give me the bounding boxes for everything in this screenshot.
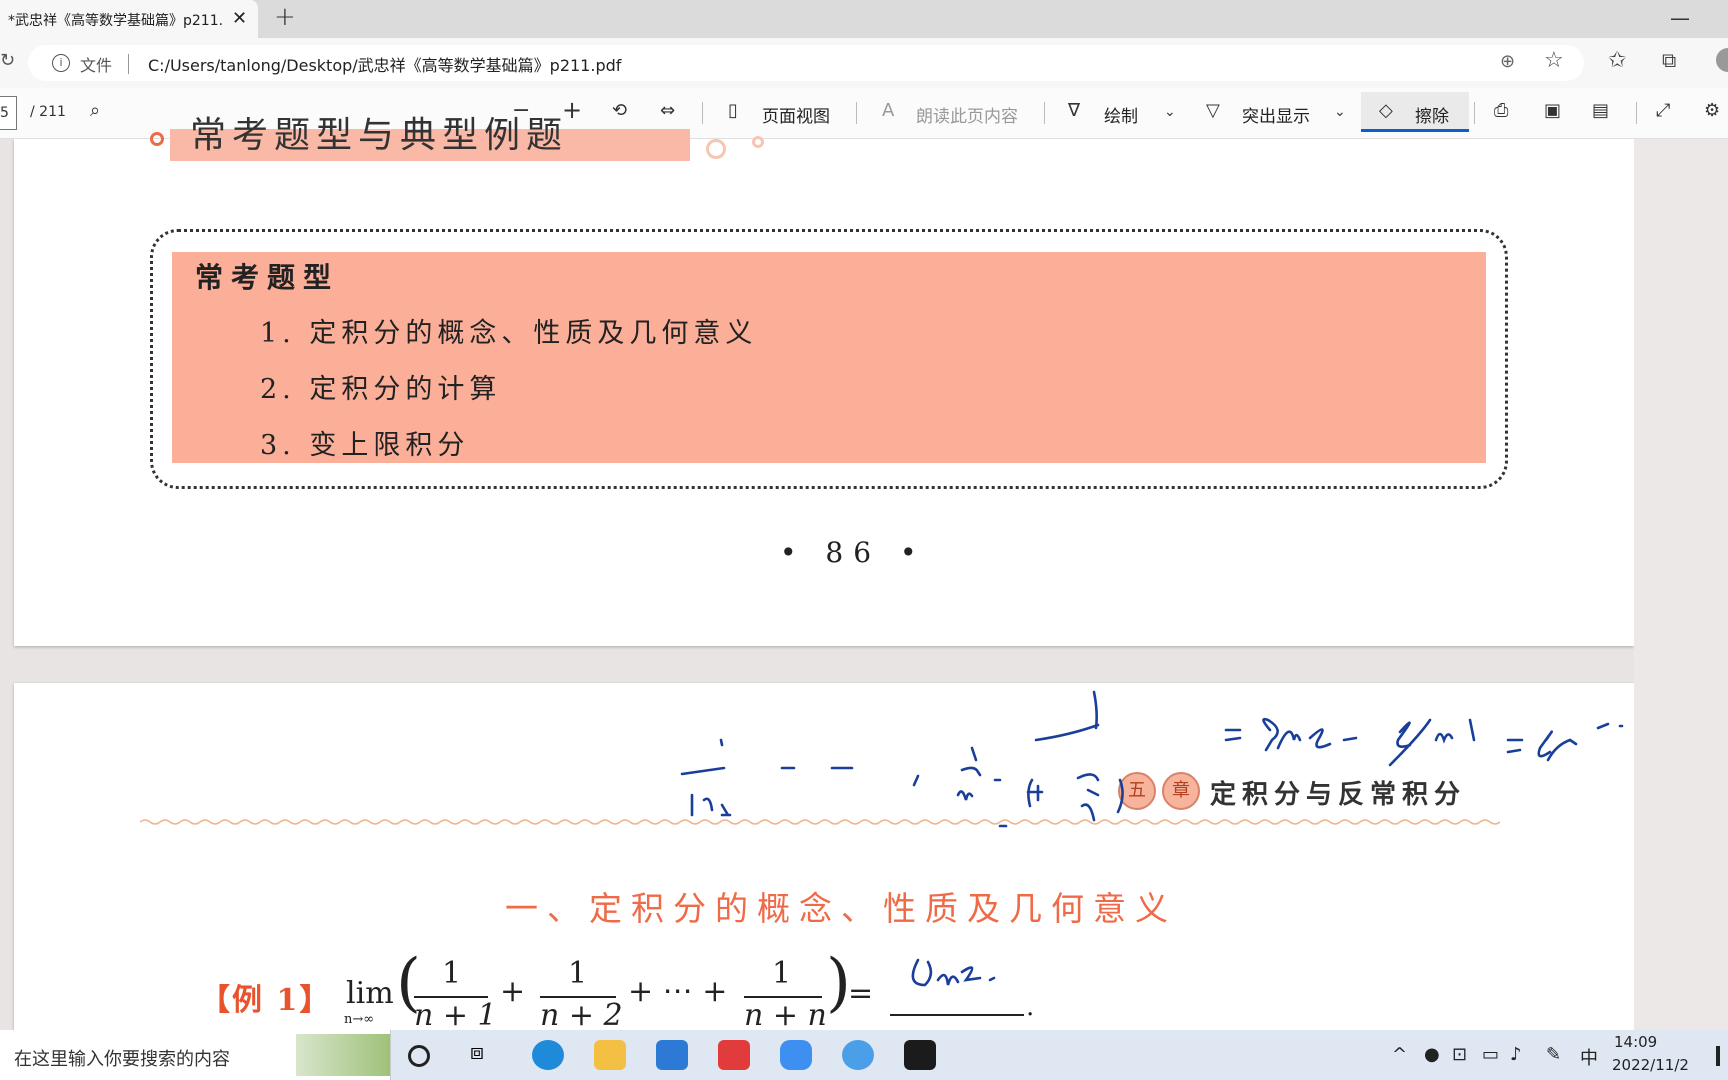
chevron-down-icon[interactable]: ⌄	[1334, 104, 1346, 120]
taskbar: 在这里输入你要搜索的内容 ⧈ ^ ● ⊡ ▭ ♪ ✎ 中 14:09 2022/…	[0, 1030, 1728, 1080]
decorative-circle	[706, 139, 726, 159]
clock-date[interactable]: 2022/11/2	[1612, 1056, 1689, 1074]
fullscreen-icon[interactable]: ⤢	[1656, 100, 1670, 121]
favorites-icon[interactable]: ✩	[1608, 48, 1626, 73]
read-aloud-button[interactable]: 朗读此页内容	[916, 102, 1018, 127]
refresh-icon[interactable]: ↻	[0, 50, 15, 71]
url-text[interactable]: C:/Users/tanlong/Desktop/武忠祥《高等数学基础篇》p21…	[148, 52, 621, 76]
rotate-icon[interactable]: ⟲	[612, 100, 627, 121]
edge-icon[interactable]	[532, 1040, 564, 1070]
browser-icon[interactable]	[842, 1040, 874, 1070]
save-icon[interactable]: ▣	[1544, 100, 1561, 121]
question-type-item: 1. 定积分的概念、性质及几何意义	[260, 318, 758, 349]
section-title: 常考题型与典型例题	[190, 115, 569, 156]
math-denominator: n + 1	[414, 998, 497, 1033]
page-number-input[interactable]: 5	[0, 96, 17, 130]
erase-label: 擦除	[1415, 107, 1449, 127]
toolbar-separator	[1474, 102, 1475, 124]
toolbar-separator	[702, 102, 703, 124]
highlight-button[interactable]: 突出显示	[1242, 102, 1310, 127]
address-separator	[128, 54, 129, 74]
draw-icon[interactable]: ∇	[1068, 100, 1080, 121]
chapter-title: 定积分与反常积分	[1210, 780, 1467, 810]
toolbar-separator	[856, 102, 857, 124]
taskbar-search-placeholder: 在这里输入你要搜索的内容	[14, 1049, 230, 1070]
save-as-icon[interactable]: ▤	[1592, 100, 1609, 121]
eraser-icon: ◇	[1379, 100, 1393, 121]
add-favorite-icon[interactable]: ☆	[1544, 48, 1564, 73]
tray-expand-icon[interactable]: ^	[1392, 1044, 1407, 1065]
network-icon[interactable]: ⊡	[1452, 1044, 1467, 1065]
search-icon[interactable]: ⌕	[90, 100, 100, 121]
chapter-badge: 五	[1118, 772, 1156, 810]
tab-title: *武忠祥《高等数学基础篇》p211.pdf	[8, 13, 222, 29]
address-bar: ↻ i 文件 C:/Users/tanlong/Desktop/武忠祥《高等数学…	[0, 38, 1728, 88]
math-plus: +	[500, 974, 526, 1009]
question-type-item: 2. 定积分的计算	[260, 374, 502, 405]
toolbar-separator	[1636, 102, 1637, 124]
file-explorer-icon[interactable]	[594, 1040, 626, 1070]
page-view-button[interactable]: 页面视图	[762, 102, 830, 127]
page-total: / 211	[30, 104, 66, 120]
microphone-icon[interactable]: ●	[1424, 1044, 1440, 1065]
math-equals: =	[848, 976, 874, 1011]
taskbar-search[interactable]: 在这里输入你要搜索的内容	[0, 1030, 391, 1080]
cloud-icon[interactable]	[780, 1040, 812, 1070]
subsection-title: 一、定积分的概念、性质及几何意义	[505, 889, 1177, 928]
math-period: .	[1026, 992, 1035, 1022]
clock-time[interactable]: 14:09	[1614, 1033, 1657, 1051]
search-highlight-image	[296, 1034, 390, 1076]
math-denominator: n + n	[744, 998, 827, 1033]
read-aloud-icon[interactable]: A	[882, 100, 894, 121]
print-icon[interactable]: ⎙	[1494, 100, 1508, 121]
question-types-heading: 常考题型	[195, 261, 340, 294]
cortana-icon[interactable]	[408, 1045, 430, 1067]
toolbar-separator	[1044, 102, 1045, 124]
task-view-icon[interactable]: ⧈	[470, 1040, 502, 1070]
draw-button[interactable]: 绘制	[1104, 102, 1138, 127]
page-number: • 86 •	[780, 536, 927, 569]
math-lim-subscript: n→∞	[344, 1012, 375, 1027]
video-app-icon[interactable]	[904, 1040, 936, 1070]
pen-icon[interactable]: ✎	[1546, 1044, 1561, 1065]
chevron-down-icon[interactable]: ⌄	[1164, 104, 1176, 120]
example-label: 【例 1】	[200, 983, 332, 1018]
volume-icon[interactable]: ♪	[1510, 1044, 1522, 1065]
chapter-badge: 章	[1162, 772, 1200, 810]
address-scheme-label: 文件	[80, 56, 113, 75]
math-ellipsis: + ⋯ +	[628, 974, 728, 1009]
highlight-icon[interactable]: ▽	[1206, 100, 1220, 121]
decorative-circle	[150, 132, 164, 146]
answer-blank	[890, 1014, 1024, 1016]
math-numerator: 1	[568, 956, 588, 991]
minimize-button[interactable]: —	[1670, 6, 1690, 30]
ime-indicator[interactable]: 中	[1580, 1044, 1598, 1070]
battery-icon[interactable]: ▭	[1482, 1044, 1499, 1065]
settings-icon[interactable]: ⚙	[1704, 100, 1720, 121]
viewer-margin	[1634, 139, 1728, 1030]
math-denominator: n + 2	[540, 998, 623, 1033]
math-lim: lim	[346, 976, 394, 1011]
mail-icon[interactable]	[656, 1040, 688, 1070]
chapter-rule	[140, 819, 1500, 825]
profile-avatar[interactable]	[1716, 48, 1728, 72]
question-type-item: 3. 变上限积分	[260, 430, 470, 461]
new-tab-button[interactable]: +	[274, 2, 296, 32]
collections-icon[interactable]: ⧉	[1662, 48, 1676, 72]
active-tab[interactable]: *武忠祥《高等数学基础篇》p211.pdf ✕	[0, 0, 258, 38]
math-numerator: 1	[772, 956, 792, 991]
erase-button[interactable]: ◇ 擦除	[1361, 92, 1469, 132]
tab-strip: *武忠祥《高等数学基础篇》p211.pdf ✕ + —	[0, 0, 1728, 38]
fit-width-icon[interactable]: ⇔	[660, 100, 675, 121]
decorative-circle	[752, 136, 764, 148]
info-icon[interactable]: i	[52, 54, 70, 72]
app-store-icon[interactable]	[718, 1040, 750, 1070]
show-desktop-button[interactable]	[1716, 1046, 1720, 1066]
math-numerator: 1	[442, 956, 462, 991]
close-tab-icon[interactable]: ✕	[232, 8, 247, 29]
zoom-icon[interactable]: ⊕	[1500, 51, 1515, 72]
page-view-icon[interactable]: ▯	[728, 100, 738, 121]
